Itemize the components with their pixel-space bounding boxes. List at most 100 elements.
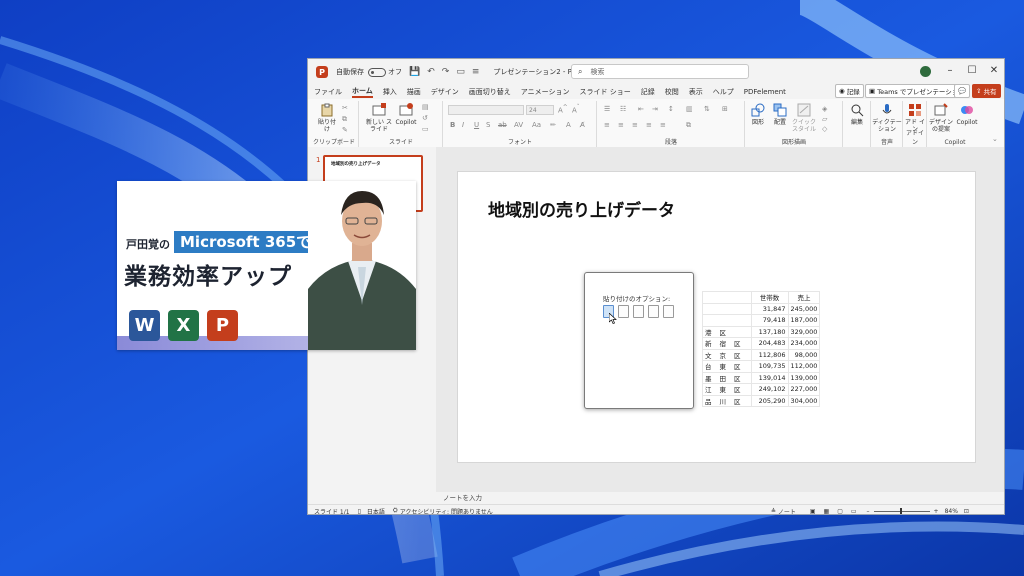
save-icon[interactable]: 💾	[409, 67, 420, 77]
zoom-slider[interactable]	[873, 507, 930, 514]
avatar[interactable]	[920, 66, 931, 77]
italic-icon[interactable]: I	[462, 121, 464, 129]
cut-icon[interactable]: ✂	[342, 104, 348, 112]
table-cell[interactable]: 187,000	[787, 314, 821, 327]
align-text-icon[interactable]: ⊞	[722, 105, 728, 113]
highlight-icon[interactable]: ✏	[550, 121, 556, 129]
collapse-ribbon-icon[interactable]: ⌄	[992, 135, 998, 143]
line-spacing-icon[interactable]: ↕	[668, 105, 674, 113]
table-cell[interactable]: 234,000	[787, 337, 821, 350]
font-name-field[interactable]	[448, 105, 524, 115]
reset-icon[interactable]: ↺	[422, 114, 428, 122]
bullets-icon[interactable]: ☰	[604, 105, 610, 113]
paste-button[interactable]: 貼り付け	[316, 103, 338, 133]
zoom-level[interactable]: 84%	[945, 508, 958, 515]
text-direction-icon[interactable]: ⇅	[704, 105, 710, 113]
data-table[interactable]: 世帯数 売上 31,847 245,000 79,418 187,000 港区 137,180…	[702, 291, 821, 407]
slide-canvas[interactable]: 地域別の売り上げデータ 世帯数 売上 31,847 245,000 79,418 187,…	[457, 171, 976, 463]
shrink-font-icon[interactable]: Aˇ	[572, 105, 580, 114]
table-cell[interactable]: 79,418	[750, 314, 789, 327]
table-cell[interactable]: 31,847	[750, 302, 789, 315]
table-cell[interactable]: 139,014	[750, 371, 789, 384]
tab-view[interactable]: 表示	[689, 87, 703, 97]
table-header-cell[interactable]: 売上	[787, 291, 821, 304]
paste-picture-icon[interactable]	[648, 305, 659, 318]
table-header-cell[interactable]: 世帯数	[750, 291, 789, 304]
quick-style-button[interactable]: クイック スタイル	[792, 103, 816, 133]
search-box[interactable]: ⌕ 検索	[571, 64, 749, 79]
strikethrough-icon[interactable]: ab	[498, 121, 507, 129]
table-cell[interactable]: 139,000	[787, 371, 821, 384]
table-cell[interactable]: 112,000	[787, 360, 821, 373]
dictation-button[interactable]: ディクテーション	[872, 103, 902, 133]
customize-toolbar-icon[interactable]: ≡	[472, 67, 480, 77]
tab-home[interactable]: ホーム	[352, 86, 373, 98]
tab-record[interactable]: 記録	[641, 87, 655, 97]
tab-review[interactable]: 校閲	[665, 87, 679, 97]
shape-effects-icon[interactable]: ◇	[822, 125, 827, 133]
shape-outline-icon[interactable]: ▱	[822, 115, 827, 123]
table-cell[interactable]: 112,806	[750, 348, 789, 361]
increase-indent-icon[interactable]: ⇥	[652, 105, 658, 113]
table-cell[interactable]: 109,735	[750, 360, 789, 373]
tab-file[interactable]: ファイル	[314, 87, 342, 97]
notes-pane[interactable]: ノートを入力	[436, 492, 1004, 503]
redo-icon[interactable]: ↷	[442, 67, 450, 77]
copilot-button[interactable]: Copilot	[954, 103, 980, 126]
table-cell[interactable]: 文京区	[702, 348, 752, 361]
slide-title[interactable]: 地域別の売り上げデータ	[488, 196, 675, 221]
grow-font-icon[interactable]: A^	[558, 105, 568, 114]
comments-button[interactable]: 💬	[954, 84, 971, 98]
table-cell[interactable]: 墨田区	[702, 371, 752, 384]
slide-sorter-icon[interactable]: ▦	[824, 508, 830, 515]
tab-help[interactable]: ヘルプ	[713, 87, 734, 97]
new-slide-button[interactable]: 新しい スライド	[366, 103, 392, 133]
table-cell[interactable]: 137,180	[750, 325, 789, 338]
start-slideshow-icon[interactable]: ▭	[456, 67, 465, 77]
section-icon[interactable]: ▭	[422, 125, 429, 133]
paste-destination-style-icon[interactable]	[618, 305, 629, 318]
zoom-slider-thumb[interactable]	[899, 507, 902, 514]
close-button[interactable]: ✕	[984, 63, 1004, 79]
designer-button[interactable]: デザイン の提案	[928, 103, 954, 133]
table-cell[interactable]: 204,483	[750, 337, 789, 350]
minimize-button[interactable]: –	[940, 63, 960, 79]
share-button[interactable]: ⇪ 共有	[972, 84, 1001, 98]
columns-icon[interactable]: ▥	[686, 105, 693, 113]
smartart-icon[interactable]: ⧉	[686, 121, 691, 130]
table-cell[interactable]: 98,000	[787, 348, 821, 361]
table-cell[interactable]: 329,000	[787, 325, 821, 338]
table-cell[interactable]: 249,102	[750, 383, 789, 396]
tab-pdfelement[interactable]: PDFelement	[744, 88, 786, 96]
table-cell[interactable]: 台東区	[702, 360, 752, 373]
align-left-icon[interactable]: ≡	[604, 121, 610, 129]
spelling-icon[interactable]: ▯	[358, 508, 361, 515]
undo-icon[interactable]: ↶	[427, 67, 435, 77]
align-center-icon[interactable]: ≡	[618, 121, 624, 129]
change-case-icon[interactable]: Aa	[532, 121, 541, 129]
layout-icon[interactable]: ▤	[422, 103, 429, 111]
table-cell[interactable]: 245,000	[787, 302, 821, 315]
table-cell[interactable]: 江東区	[702, 383, 752, 396]
table-cell[interactable]: 品川区	[702, 394, 752, 407]
shape-fill-icon[interactable]: ◈	[822, 105, 827, 113]
slideshow-view-icon[interactable]: ▭	[851, 508, 857, 515]
notes-toggle-button[interactable]: ノート	[778, 507, 796, 515]
language-status[interactable]: 日本語	[367, 507, 385, 515]
table-cell[interactable]: 227,000	[787, 383, 821, 396]
normal-view-icon[interactable]: ▣	[810, 508, 816, 515]
accessibility-status[interactable]: アクセシビリティ: 問題ありません	[400, 507, 493, 515]
underline-icon[interactable]: U	[474, 121, 479, 129]
reading-view-icon[interactable]: ▢	[837, 508, 843, 515]
table-cell[interactable]: 新宿区	[702, 337, 752, 350]
arrange-button[interactable]: 配置	[770, 103, 790, 126]
record-button[interactable]: ◉ 記録	[835, 84, 864, 98]
table-cell[interactable]	[702, 314, 752, 327]
zoom-out-icon[interactable]: –	[867, 508, 870, 515]
tab-animations[interactable]: アニメーション	[521, 87, 570, 97]
table-cell[interactable]: 港区	[702, 325, 752, 338]
tab-slideshow[interactable]: スライド ショー	[580, 87, 631, 97]
maximize-button[interactable]: ☐	[962, 63, 982, 79]
zoom-in-icon[interactable]: +	[934, 508, 939, 515]
char-spacing-icon[interactable]: AV	[514, 121, 523, 129]
